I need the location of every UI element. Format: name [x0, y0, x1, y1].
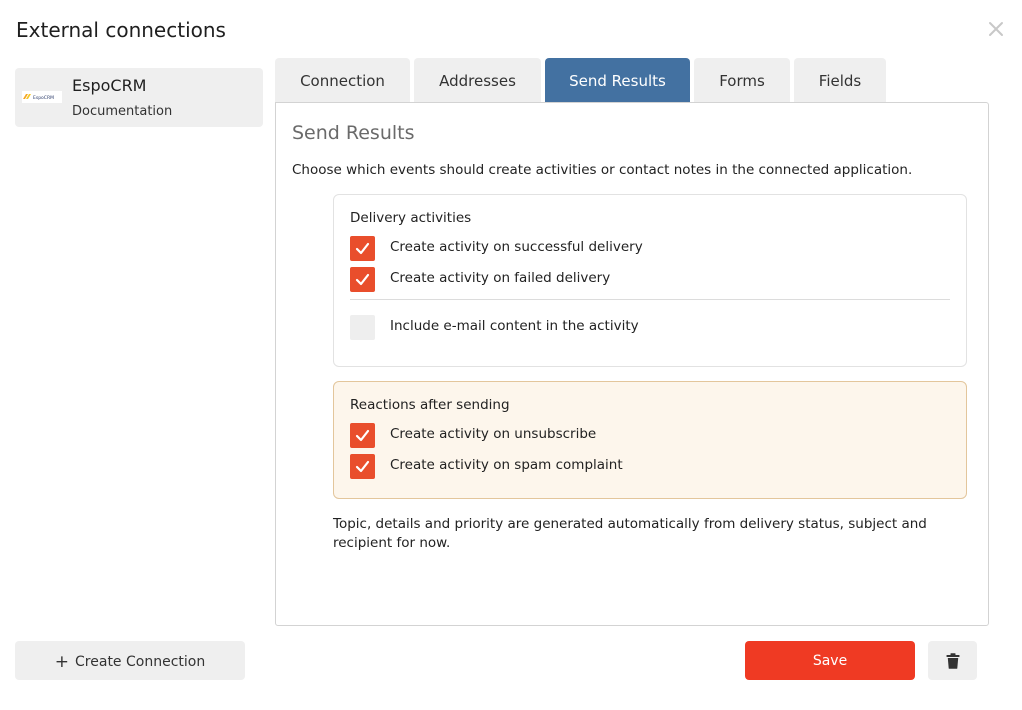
option-label: Create activity on successful delivery — [390, 239, 643, 255]
option-label: Create activity on failed delivery — [390, 270, 611, 286]
plus-icon: + — [54, 651, 70, 672]
checkbox-failed-delivery[interactable] — [350, 267, 375, 292]
footnote: Topic, details and priority are generate… — [333, 516, 927, 551]
checkbox-include-email-content[interactable] — [350, 315, 375, 340]
checkmark-icon — [355, 460, 370, 473]
option-label: Create activity on spam complaint — [390, 457, 623, 473]
send-results-panel: Send Results Choose which events should … — [275, 102, 989, 626]
tab-addresses[interactable]: Addresses — [414, 58, 541, 103]
trash-icon — [946, 652, 959, 669]
create-connection-label: Create Connection — [75, 653, 206, 670]
tab-forms[interactable]: Forms — [694, 58, 790, 103]
checkbox-spam-complaint[interactable] — [350, 454, 375, 479]
create-connection-button[interactable]: + Create Connection — [15, 641, 245, 680]
checkbox-successful-delivery[interactable] — [350, 236, 375, 261]
checkmark-icon — [355, 273, 370, 286]
connection-name: EspoCRM — [72, 76, 147, 95]
tab-send-results[interactable]: Send Results — [545, 58, 690, 103]
connection-item-espocrm[interactable]: EspoCRM EspoCRM Documentation — [15, 68, 263, 127]
reactions-group-title: Reactions after sending — [350, 397, 510, 413]
tab-fields[interactable]: Fields — [794, 58, 886, 103]
espocrm-logo-icon: EspoCRM — [22, 91, 62, 103]
tab-connection[interactable]: Connection — [275, 58, 410, 103]
divider — [350, 299, 950, 300]
espocrm-logo-text: EspoCRM — [33, 95, 54, 101]
save-button[interactable]: Save — [745, 641, 915, 680]
checkmark-icon — [355, 242, 370, 255]
option-label: Include e-mail content in the activity — [390, 318, 639, 334]
option-label: Create activity on unsubscribe — [390, 426, 597, 442]
close-icon — [989, 22, 1003, 36]
modal-title: External connections — [16, 18, 226, 42]
delivery-group-title: Delivery activities — [350, 210, 472, 226]
close-button[interactable] — [983, 16, 1009, 42]
delete-button[interactable] — [928, 641, 977, 680]
documentation-link[interactable]: Documentation — [72, 104, 172, 119]
checkmark-icon — [355, 429, 370, 442]
panel-description: Choose which events should create activi… — [292, 162, 913, 178]
delivery-activities-group: Delivery activities Create activity on s… — [333, 194, 967, 367]
reactions-after-sending-group: Reactions after sending Create activity … — [333, 381, 967, 499]
panel-title: Send Results — [292, 122, 415, 144]
external-connections-modal: External connections EspoCRM EspoCRM Doc… — [0, 0, 1022, 710]
checkbox-unsubscribe[interactable] — [350, 423, 375, 448]
